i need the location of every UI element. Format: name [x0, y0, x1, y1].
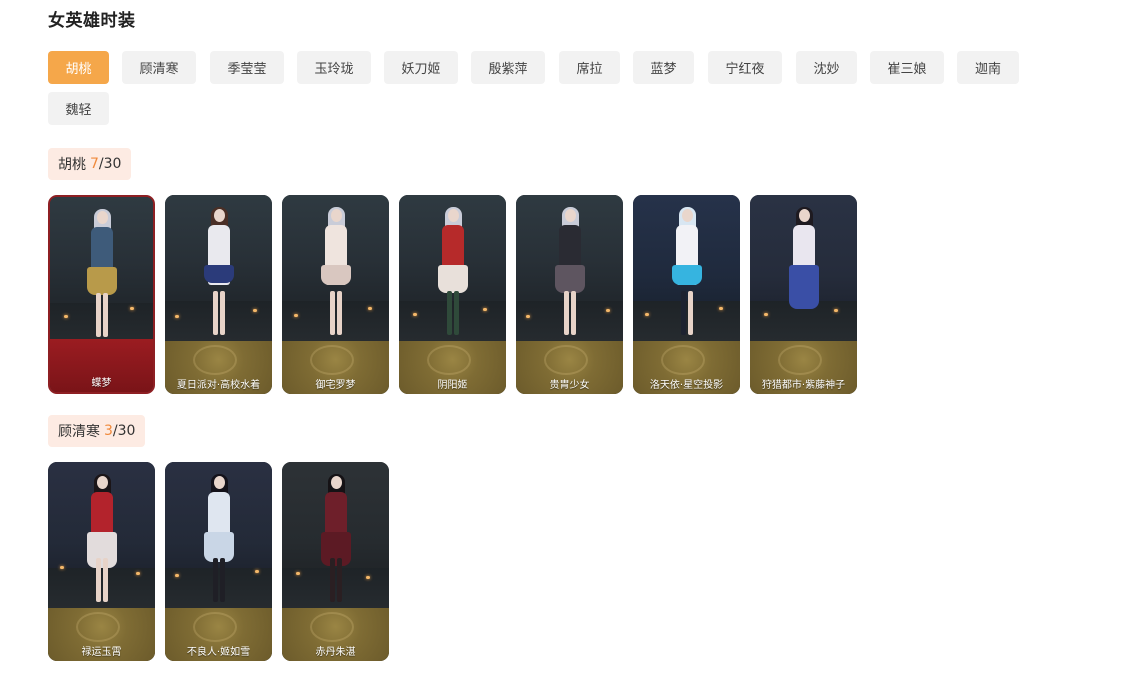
skin-name: 贵胄少女 [549, 380, 590, 391]
tab-yulinglong[interactable]: 玉玲珑 [297, 51, 371, 84]
tab-guqinghan[interactable]: 顾清寒 [122, 51, 196, 84]
skin-card[interactable]: 贵胄少女 [516, 195, 623, 394]
skin-image [516, 195, 623, 341]
tab-cuisanniang[interactable]: 崔三娘 [870, 51, 944, 84]
skin-name: 狩猎都市·紫藤神子 [761, 380, 846, 391]
tab-hutao[interactable]: 胡桃 [48, 51, 109, 84]
skin-card[interactable]: 阴阳姬 [399, 195, 506, 394]
tab-lanmeng[interactable]: 蓝梦 [633, 51, 694, 84]
tab-weiqing[interactable]: 魏轻 [48, 92, 109, 125]
skin-card[interactable]: 不良人·姬如雪 [165, 462, 272, 661]
section-hero-name: 顾清寒 [58, 424, 100, 440]
skin-card[interactable]: 洛天依·星空投影 [633, 195, 740, 394]
tab-jianan[interactable]: 迦南 [957, 51, 1019, 84]
skin-name: 不良人·姬如雪 [186, 647, 251, 658]
tab-xila[interactable]: 席拉 [559, 51, 620, 84]
skin-image [165, 462, 272, 608]
skin-card[interactable]: 赤丹朱湛 [282, 462, 389, 661]
section-tag-guqinghan: 顾清寒 3/30 [48, 415, 146, 447]
skin-card[interactable]: 夏日派对·高校水着 [165, 195, 272, 394]
total-count: /30 [98, 156, 122, 172]
tab-shenmiao[interactable]: 沈妙 [796, 51, 857, 84]
skin-name: 夏日派对·高校水着 [176, 380, 261, 391]
skin-card[interactable]: 禄运玉霄 [48, 462, 155, 661]
skin-image [399, 195, 506, 341]
page-title: 女英雄时装 [48, 11, 136, 31]
owned-count: 7 [90, 156, 99, 172]
owned-count: 3 [104, 423, 113, 439]
skin-name: 洛天依·星空投影 [649, 380, 724, 391]
skin-image [750, 195, 857, 341]
section-tag-hutao: 胡桃 7/30 [48, 148, 132, 180]
skin-name: 御宅罗梦 [315, 380, 356, 391]
tab-jiyingying[interactable]: 季莹莹 [210, 51, 284, 84]
skin-name: 禄运玉霄 [81, 647, 122, 658]
tab-yinziping[interactable]: 殷紫萍 [471, 51, 545, 84]
total-count: /30 [112, 423, 136, 439]
section-hero-name: 胡桃 [58, 157, 86, 173]
skin-image [50, 197, 153, 343]
skin-name: 阴阳姬 [437, 380, 468, 391]
skin-name: 赤丹朱湛 [315, 647, 356, 658]
skin-card[interactable]: 狩猎都市·紫藤神子 [750, 195, 857, 394]
skin-image [282, 462, 389, 608]
skin-image [165, 195, 272, 341]
skin-image [48, 462, 155, 608]
skin-name: 蝶梦 [91, 378, 112, 389]
skin-card[interactable]: 御宅罗梦 [282, 195, 389, 394]
tab-ninghongye[interactable]: 宁红夜 [708, 51, 782, 84]
tab-yaodaoji[interactable]: 妖刀姬 [384, 51, 458, 84]
skin-card[interactable]: 蝶梦 [48, 195, 155, 394]
skin-image [282, 195, 389, 341]
skin-image [633, 195, 740, 341]
